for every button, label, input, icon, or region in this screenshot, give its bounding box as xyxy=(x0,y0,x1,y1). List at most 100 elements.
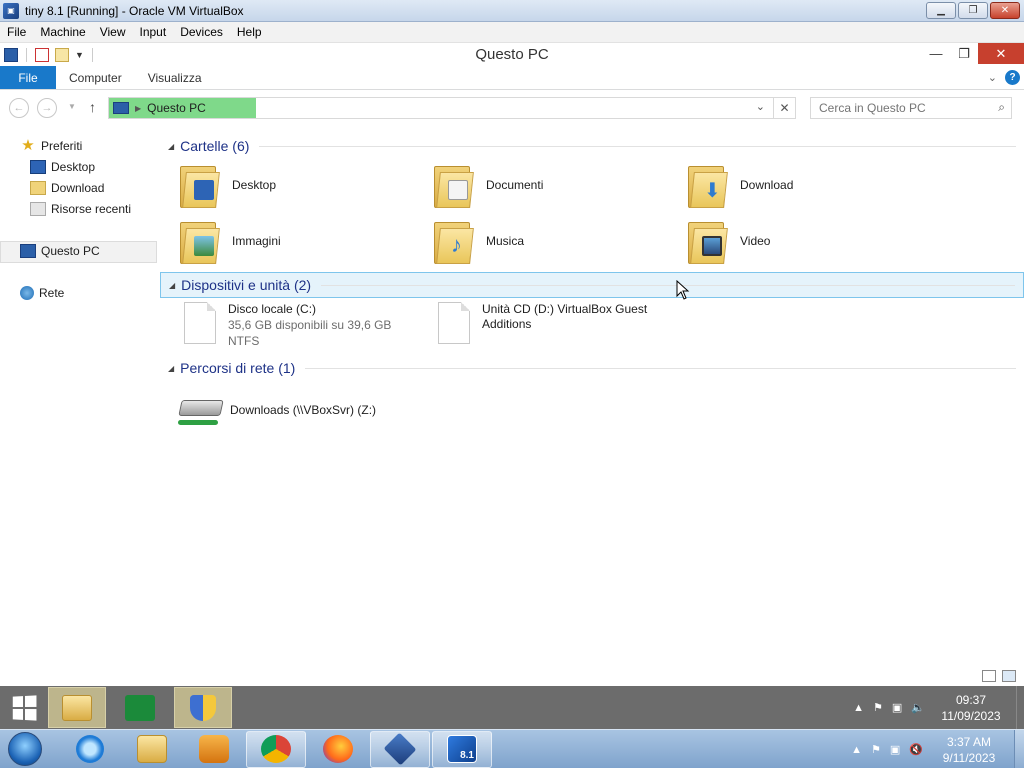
firefox-icon xyxy=(323,735,353,763)
sidebar-item-recent[interactable]: Risorse recenti xyxy=(30,202,131,216)
collapse-group-icon[interactable]: ◢ xyxy=(169,281,175,290)
menu-view[interactable]: View xyxy=(93,25,133,39)
menu-devices[interactable]: Devices xyxy=(173,25,230,39)
tile-label: Download xyxy=(740,178,794,192)
host-taskbar-vm-tiny[interactable]: 8.1 xyxy=(432,730,492,768)
network-drive-tile[interactable]: Downloads (\\VBoxSvr) (Z:) xyxy=(178,392,376,428)
tab-view[interactable]: Visualizza xyxy=(135,66,215,89)
breadcrumb[interactable]: ▶ Questo PC xyxy=(109,98,256,118)
host-clock[interactable]: 3:37 AM 9/11/2023 xyxy=(932,734,1006,766)
customize-toolbar-chevron-icon[interactable]: ▼ xyxy=(75,50,84,60)
sidebar-item-download[interactable]: Download xyxy=(30,181,104,195)
this-pc-icon[interactable] xyxy=(4,47,18,62)
search-box[interactable]: ⌕ xyxy=(810,97,1012,119)
shield-icon xyxy=(190,694,216,721)
toolbar-divider xyxy=(26,47,27,62)
drive-tile-cd[interactable]: Unità CD (D:) VirtualBox Guest Additions xyxy=(434,302,647,344)
group-header-folders[interactable]: ◢ Cartelle (6) xyxy=(160,133,1024,159)
host-action-center-flag-icon[interactable]: ⚑ xyxy=(871,743,881,756)
menu-machine[interactable]: Machine xyxy=(33,25,92,39)
new-folder-icon[interactable] xyxy=(55,47,69,62)
view-switcher xyxy=(982,670,1016,682)
sidebar-item-label: Desktop xyxy=(51,160,96,174)
drive-tile-local-disk[interactable]: Disco locale (C:) 35,6 GB disponibili su… xyxy=(180,302,391,349)
up-button[interactable]: ↑ xyxy=(89,99,96,115)
details-view-icon[interactable] xyxy=(982,670,996,682)
back-button[interactable]: ← xyxy=(9,98,29,118)
breadcrumb-this-pc[interactable]: Questo PC xyxy=(147,101,206,115)
search-icon[interactable]: ⌕ xyxy=(998,100,1005,115)
host-show-desktop-button[interactable] xyxy=(1014,730,1024,768)
explorer-window-title: Questo PC xyxy=(475,46,549,63)
group-header-devices[interactable]: ◢ Dispositivi e unità (2) xyxy=(160,272,1024,298)
vbox-minimize-button[interactable]: ▁ xyxy=(926,2,956,19)
vbox-close-button[interactable]: ✕ xyxy=(990,2,1020,19)
sidebar-item-favorites[interactable]: ★ Preferiti xyxy=(20,137,82,154)
explorer-minimize-button[interactable]: — xyxy=(922,43,950,64)
expand-ribbon-chevron-icon[interactable]: ⌄ xyxy=(988,71,997,84)
sidebar-item-label: Rete xyxy=(39,286,65,300)
collapse-group-icon[interactable]: ◢ xyxy=(168,142,174,151)
guest-show-desktop-button[interactable] xyxy=(1016,686,1024,729)
network-icon xyxy=(20,286,34,300)
this-pc-icon xyxy=(113,102,129,114)
taskbar-explorer-button[interactable] xyxy=(48,687,106,728)
show-hidden-icons-chevron-icon[interactable]: ▲ xyxy=(853,702,864,714)
menu-help[interactable]: Help xyxy=(230,25,269,39)
music-folder-icon xyxy=(434,218,474,264)
group-header-network-locations[interactable]: ◢ Percorsi di rete (1) xyxy=(160,355,1024,381)
host-network-icon[interactable]: ▣ xyxy=(890,743,900,756)
tab-computer[interactable]: Computer xyxy=(56,66,135,89)
network-status-icon[interactable]: ▣ xyxy=(892,701,902,714)
recent-locations-chevron-icon[interactable]: ▼ xyxy=(68,102,76,111)
host-taskbar-ie[interactable] xyxy=(60,731,120,768)
start-button[interactable] xyxy=(0,686,48,729)
folder-tile-desktop[interactable]: Desktop xyxy=(180,162,276,208)
explorer-restore-button[interactable]: ❐ xyxy=(950,43,978,64)
action-center-flag-icon[interactable]: ⚑ xyxy=(873,701,883,714)
host-taskbar-virtualbox[interactable] xyxy=(370,730,430,768)
sidebar-item-network[interactable]: Rete xyxy=(20,286,64,300)
host-show-hidden-icons-chevron-icon[interactable]: ▲ xyxy=(851,744,862,756)
tile-label: Musica xyxy=(486,234,525,248)
taskbar-store-button[interactable] xyxy=(108,687,172,728)
host-taskbar-chrome[interactable] xyxy=(246,730,306,768)
guest-clock[interactable]: 09:37 11/09/2023 xyxy=(934,692,1008,724)
vbox-restore-button[interactable]: ❐ xyxy=(958,2,988,19)
sidebar-item-desktop[interactable]: Desktop xyxy=(30,160,95,174)
tab-file[interactable]: File xyxy=(0,66,56,89)
vbox-menubar: File Machine View Input Devices Help xyxy=(0,22,1024,43)
host-taskbar-media-player[interactable] xyxy=(184,731,244,768)
internet-explorer-icon xyxy=(76,735,104,763)
forward-button[interactable]: → xyxy=(37,98,57,118)
host-taskbar-explorer[interactable] xyxy=(122,731,182,768)
help-icon[interactable]: ? xyxy=(1005,70,1020,85)
star-icon: ★ xyxy=(21,137,35,154)
guest-system-tray: ▲ ⚑ ▣ 🔈 09:37 11/09/2023 xyxy=(853,686,1024,729)
clear-address-button[interactable]: ✕ xyxy=(773,98,795,118)
collapse-group-icon[interactable]: ◢ xyxy=(168,364,174,373)
tiles-view-icon[interactable] xyxy=(1002,670,1016,682)
host-taskbar-firefox[interactable] xyxy=(308,731,368,768)
properties-icon[interactable] xyxy=(35,47,49,62)
host-start-orb-icon[interactable] xyxy=(8,732,42,766)
explorer-close-button[interactable]: ✕ xyxy=(978,43,1024,64)
search-input[interactable] xyxy=(819,101,979,115)
address-history-chevron-icon[interactable]: ⌄ xyxy=(756,100,765,113)
tile-label: Immagini xyxy=(232,234,281,248)
folder-tile-download[interactable]: Download xyxy=(688,162,793,208)
address-bar[interactable]: ▶ Questo PC ⌄ ✕ xyxy=(108,97,796,119)
folder-tile-documents[interactable]: Documenti xyxy=(434,162,543,208)
folder-tile-music[interactable]: Musica xyxy=(434,218,524,264)
host-volume-muted-icon[interactable]: 🔇 xyxy=(909,743,923,756)
volume-icon[interactable]: 🔈 xyxy=(911,701,925,714)
taskbar-security-button[interactable] xyxy=(174,687,232,728)
folder-tile-video[interactable]: Video xyxy=(688,218,770,264)
menu-file[interactable]: File xyxy=(0,25,33,39)
folder-tile-pictures[interactable]: Immagini xyxy=(180,218,281,264)
sidebar-item-this-pc[interactable]: Questo PC xyxy=(20,244,100,258)
breadcrumb-separator-icon[interactable]: ▶ xyxy=(135,104,141,113)
chrome-icon xyxy=(261,735,291,763)
menu-input[interactable]: Input xyxy=(133,25,174,39)
host-taskbar: 8.1 ▲ ⚑ ▣ 🔇 3:37 AM 9/11/2023 xyxy=(0,729,1024,768)
